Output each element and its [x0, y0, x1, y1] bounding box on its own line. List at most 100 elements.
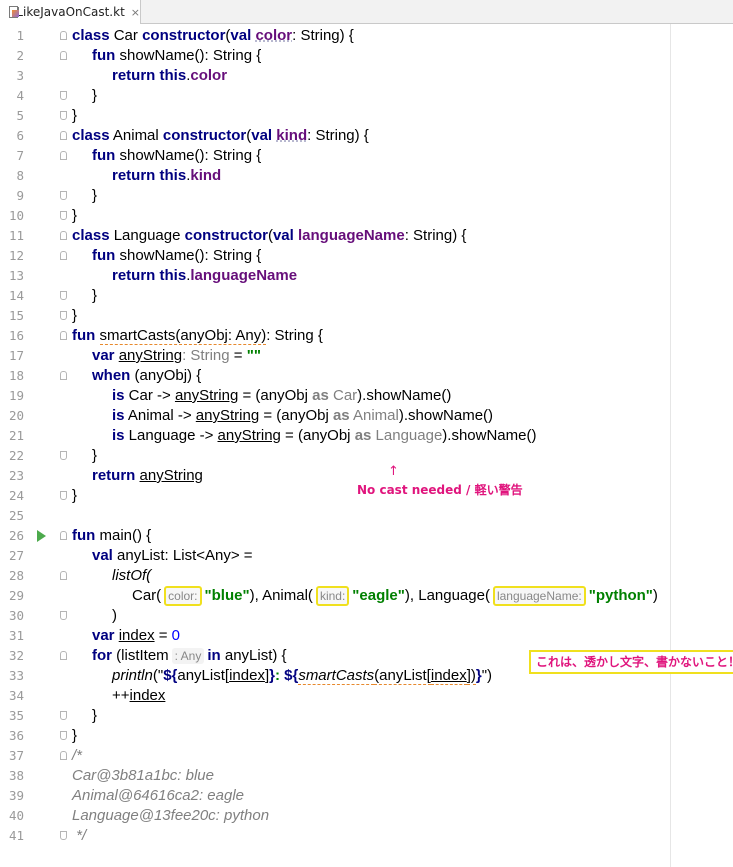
fold-icon[interactable]: [60, 231, 67, 240]
line-number: 17: [8, 348, 24, 363]
code-line[interactable]: Car(color: "blue"), Animal(kind: "eagle"),…: [132, 586, 658, 606]
code-line[interactable]: fun showName(): String {: [92, 46, 261, 66]
line-number: 7: [16, 148, 24, 163]
fold-icon[interactable]: [60, 131, 67, 140]
line-number: 23: [8, 468, 24, 483]
code-line[interactable]: var anyString: String = "": [92, 346, 261, 366]
line-number: 3: [16, 68, 24, 83]
line-number: 1: [16, 28, 24, 43]
code-line[interactable]: }: [92, 706, 97, 726]
line-number: 31: [8, 628, 24, 643]
code-line[interactable]: }: [72, 486, 77, 506]
code-line[interactable]: for (listItem: Any in anyList) {: [92, 646, 287, 666]
fold-icon[interactable]: [60, 251, 67, 260]
code-line[interactable]: fun showName(): String {: [92, 246, 261, 266]
code-editor[interactable]: 1 2 3 4 5 6 7 8 9 10 11 12 13 14 15 16 1…: [0, 24, 733, 867]
fold-icon[interactable]: [60, 51, 67, 60]
code-line[interactable]: }: [92, 286, 97, 306]
code-line[interactable]: is Animal -> anyString = (anyObj as Anim…: [112, 406, 493, 426]
code-line[interactable]: is Language -> anyString = (anyObj as La…: [112, 426, 536, 446]
code-line[interactable]: return this.color: [112, 66, 227, 86]
code-line[interactable]: return this.languageName: [112, 266, 297, 286]
code-comment-line[interactable]: Animal@64616ca2: eagle: [72, 786, 244, 806]
code-line[interactable]: ): [112, 606, 117, 626]
code-line[interactable]: class Car constructor(val color: String)…: [72, 26, 354, 46]
fold-icon[interactable]: [60, 151, 67, 160]
fold-icon[interactable]: [60, 311, 67, 320]
code-line[interactable]: println("${anyList[index]}: ${smartCasts…: [112, 666, 492, 686]
line-number: 13: [8, 268, 24, 283]
code-line[interactable]: class Animal constructor(val kind: Strin…: [72, 126, 369, 146]
code-line[interactable]: fun showName(): String {: [92, 146, 261, 166]
code-line[interactable]: }: [72, 306, 77, 326]
code-line[interactable]: }: [72, 726, 77, 746]
code-line[interactable]: listOf(: [112, 566, 151, 586]
code-line[interactable]: return anyString: [92, 466, 203, 486]
code-line[interactable]: fun main() {: [72, 526, 151, 546]
line-number: 4: [16, 88, 24, 103]
line-number: 14: [8, 288, 24, 303]
fold-icon[interactable]: [60, 191, 67, 200]
kotlin-file-icon: [9, 5, 19, 19]
line-number: 36: [8, 728, 24, 743]
code-line[interactable]: }: [92, 186, 97, 206]
arrow-up-icon: ↑: [388, 464, 399, 479]
line-number: 5: [16, 108, 24, 123]
param-hint-kind: kind:: [315, 586, 350, 606]
line-number: 22: [8, 448, 24, 463]
fold-icon[interactable]: [60, 751, 67, 760]
line-number: 35: [8, 708, 24, 723]
fold-icon[interactable]: [60, 491, 67, 500]
fold-icon[interactable]: [60, 571, 67, 580]
warning-annotation: No cast needed / 軽い警告: [357, 483, 523, 497]
close-icon[interactable]: ×: [131, 6, 140, 19]
code-line[interactable]: fun smartCasts(anyObj: Any): String {: [72, 326, 323, 346]
code-line[interactable]: }: [92, 86, 97, 106]
line-number: 11: [8, 228, 24, 243]
line-number: 32: [8, 648, 24, 663]
code-line[interactable]: var index = 0: [92, 626, 180, 646]
code-line[interactable]: is Car -> anyString = (anyObj as Car).sh…: [112, 386, 451, 406]
fold-icon[interactable]: [60, 291, 67, 300]
line-number: 12: [8, 248, 24, 263]
fold-icon[interactable]: [60, 331, 67, 340]
line-number: 9: [16, 188, 24, 203]
fold-icon[interactable]: [60, 371, 67, 380]
tab-likejavaoncast[interactable]: LikeJavaOnCast.kt ×: [0, 0, 141, 24]
fold-icon[interactable]: [60, 111, 67, 120]
fold-icon[interactable]: [60, 611, 67, 620]
fold-icon[interactable]: [60, 831, 67, 840]
line-number: 18: [8, 368, 24, 383]
fold-icon[interactable]: [60, 651, 67, 660]
line-number: 34: [8, 688, 24, 703]
line-number: 24: [8, 488, 24, 503]
code-line[interactable]: when (anyObj) {: [92, 366, 201, 386]
run-icon[interactable]: [37, 530, 46, 542]
code-line[interactable]: }: [72, 206, 77, 226]
code-comment-line[interactable]: */: [72, 826, 86, 846]
fold-icon[interactable]: [60, 531, 67, 540]
line-number: 6: [16, 128, 24, 143]
code-line[interactable]: }: [92, 446, 97, 466]
fold-icon[interactable]: [60, 451, 67, 460]
fold-icon[interactable]: [60, 711, 67, 720]
fold-icon[interactable]: [60, 91, 67, 100]
line-number: 38: [8, 768, 24, 783]
line-number: 29: [8, 588, 24, 603]
line-number: 10: [8, 208, 24, 223]
code-comment-line[interactable]: /*: [72, 746, 82, 766]
code-comment-line[interactable]: Language@13fee20c: python: [72, 806, 269, 826]
line-number: 15: [8, 308, 24, 323]
code-line[interactable]: val anyList: List<Any> =: [92, 546, 253, 566]
line-number: 37: [8, 748, 24, 763]
code-line[interactable]: ++index: [112, 686, 165, 706]
code-line[interactable]: return this.kind: [112, 166, 221, 186]
code-line[interactable]: }: [72, 106, 77, 126]
fold-icon[interactable]: [60, 31, 67, 40]
line-number: 20: [8, 408, 24, 423]
fold-icon[interactable]: [60, 731, 67, 740]
fold-icon[interactable]: [60, 211, 67, 220]
code-line[interactable]: class Language constructor(val languageN…: [72, 226, 466, 246]
code-comment-line[interactable]: Car@3b81a1bc: blue: [72, 766, 214, 786]
line-number: 27: [8, 548, 24, 563]
